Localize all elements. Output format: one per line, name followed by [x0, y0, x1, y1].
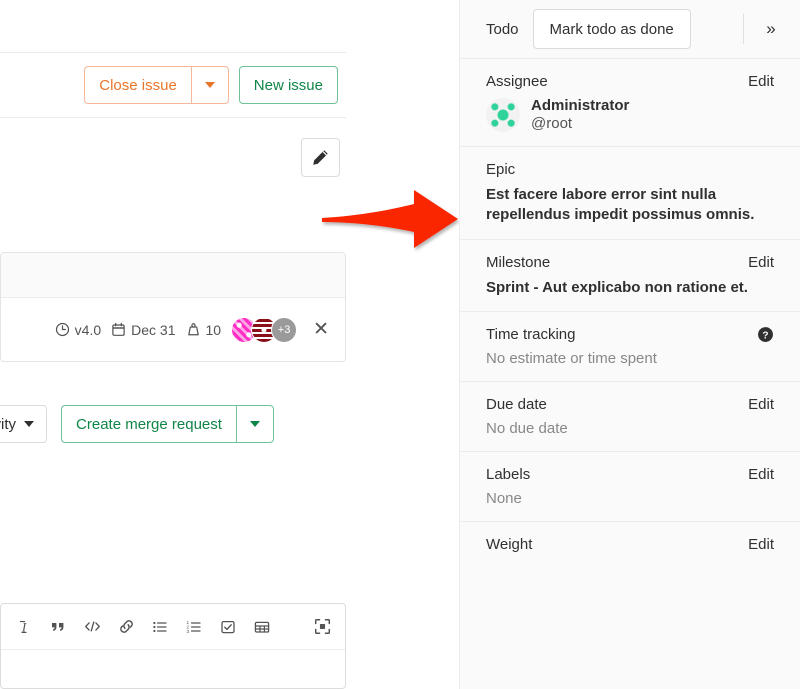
- collapse-sidebar-button[interactable]: »: [758, 19, 784, 39]
- issue-meta-card-header: [1, 253, 345, 298]
- fullscreen-icon[interactable]: [305, 610, 339, 644]
- assignee-name: Administrator: [531, 97, 629, 114]
- sidebar-block-epic: Epic Est facere labore error sint nulla …: [460, 146, 800, 239]
- italic-icon[interactable]: I: [7, 610, 41, 644]
- labels-value: None: [486, 490, 774, 507]
- chevron-double-right-icon: »: [766, 19, 775, 39]
- activity-filter-label: all activity: [0, 416, 16, 433]
- todo-row: Todo Mark todo as done »: [460, 0, 800, 58]
- sidebar-block-header: Due date Edit: [486, 396, 774, 413]
- create-merge-request-split-button[interactable]: Create merge request: [61, 405, 274, 443]
- assignee-title: Assignee: [486, 73, 548, 90]
- milestone-chip-label: v4.0: [75, 322, 101, 338]
- weight-chip-label: 10: [206, 322, 222, 338]
- chevron-down-icon: [250, 421, 260, 427]
- edit-description-button[interactable]: [301, 138, 340, 177]
- pencil-icon: [312, 149, 329, 166]
- epic-value[interactable]: Est facere labore error sint nulla repel…: [486, 185, 774, 225]
- milestone-edit-button[interactable]: Edit: [748, 254, 774, 271]
- activity-filter-dropdown[interactable]: all activity: [0, 405, 47, 443]
- milestone-chip[interactable]: v4.0: [55, 322, 101, 338]
- close-issue-dropdown-toggle[interactable]: [191, 66, 229, 104]
- sidebar-block-due-date: Due date Edit No due date: [460, 381, 800, 451]
- labels-title: Labels: [486, 466, 530, 483]
- sidebar-block-header: Epic: [486, 161, 774, 178]
- sidebar-block-weight: Weight Edit: [460, 521, 800, 574]
- clock-icon: [55, 322, 70, 337]
- assignee-avatar-group[interactable]: +3: [231, 317, 297, 343]
- calendar-icon: [111, 322, 126, 337]
- due-date-chip[interactable]: Dec 31: [111, 322, 175, 338]
- create-merge-request-button[interactable]: Create merge request: [61, 405, 236, 443]
- svg-text:3: 3: [187, 629, 190, 634]
- avatar: [486, 98, 520, 132]
- sidebar-block-header: Milestone Edit: [486, 254, 774, 271]
- milestone-title: Milestone: [486, 254, 550, 271]
- close-issue-split-button[interactable]: Close issue: [84, 66, 229, 104]
- assignee-handle: @root: [531, 115, 629, 132]
- weight-chip[interactable]: 10: [186, 322, 222, 338]
- sidebar-divider: [743, 14, 744, 44]
- weight-icon: [186, 322, 201, 337]
- assignee-user[interactable]: Administrator @root: [486, 97, 774, 132]
- help-icon[interactable]: ?: [757, 326, 774, 343]
- issue-main-pane: Close issue New issue: [0, 0, 458, 689]
- due-date-value: No due date: [486, 420, 774, 437]
- time-tracking-title: Time tracking: [486, 326, 575, 343]
- due-date-title: Due date: [486, 396, 547, 413]
- sidebar-block-header: Assignee Edit: [486, 73, 774, 90]
- milestone-value[interactable]: Sprint - Aut explicabo non ratione et.: [486, 278, 774, 298]
- divider-second: [0, 117, 346, 118]
- chevron-down-icon: [205, 82, 215, 88]
- time-tracking-value: No estimate or time spent: [486, 350, 774, 367]
- task-list-icon[interactable]: [211, 610, 245, 644]
- due-date-edit-button[interactable]: Edit: [748, 396, 774, 413]
- svg-text:?: ?: [762, 331, 768, 342]
- bullet-list-icon[interactable]: [143, 610, 177, 644]
- sidebar-block-header: Labels Edit: [486, 466, 774, 483]
- issue-meta-card: v4.0 Dec 31 10: [0, 252, 346, 362]
- todo-label: Todo: [486, 21, 519, 38]
- assignee-text: Administrator @root: [531, 97, 629, 132]
- red-arrow-annotation: [318, 186, 463, 258]
- issue-meta-chip-row: v4.0 Dec 31 10: [1, 298, 345, 361]
- screenshot-root: Close issue New issue: [0, 0, 800, 689]
- close-icon[interactable]: ✕: [313, 320, 329, 339]
- new-issue-button[interactable]: New issue: [239, 66, 338, 104]
- quote-icon[interactable]: [41, 610, 75, 644]
- link-icon[interactable]: [109, 610, 143, 644]
- weight-edit-button[interactable]: Edit: [748, 536, 774, 553]
- weight-title: Weight: [486, 536, 532, 553]
- mark-todo-as-done-button[interactable]: Mark todo as done: [533, 9, 691, 49]
- sidebar-block-milestone: Milestone Edit Sprint - Aut explicabo no…: [460, 239, 800, 312]
- activity-toolbar: all activity Create merge request: [0, 404, 346, 444]
- assignee-edit-button[interactable]: Edit: [748, 73, 774, 90]
- divider-top: [0, 52, 346, 53]
- table-icon[interactable]: [245, 610, 279, 644]
- chevron-down-icon: [24, 421, 34, 427]
- comment-editor-toolbar: I: [1, 604, 345, 650]
- code-icon[interactable]: [75, 610, 109, 644]
- epic-title: Epic: [486, 161, 515, 178]
- avatar-overflow-count[interactable]: +3: [271, 317, 297, 343]
- create-merge-request-dropdown-toggle[interactable]: [236, 405, 274, 443]
- sidebar-block-assignee: Assignee Edit Administrator @root: [460, 58, 800, 146]
- comment-editor: I: [0, 603, 346, 689]
- issue-sidebar: Todo Mark todo as done » Assignee Edit A…: [459, 0, 800, 689]
- issue-action-row: Close issue New issue: [0, 64, 346, 106]
- sidebar-block-labels: Labels Edit None: [460, 451, 800, 521]
- numbered-list-icon[interactable]: 1 2 3: [177, 610, 211, 644]
- sidebar-block-time-tracking: Time tracking ? No estimate or time spen…: [460, 311, 800, 381]
- sidebar-block-header: Weight Edit: [486, 536, 774, 553]
- sidebar-block-header: Time tracking ?: [486, 326, 774, 343]
- labels-edit-button[interactable]: Edit: [748, 466, 774, 483]
- close-issue-button[interactable]: Close issue: [84, 66, 191, 104]
- due-date-chip-label: Dec 31: [131, 322, 175, 338]
